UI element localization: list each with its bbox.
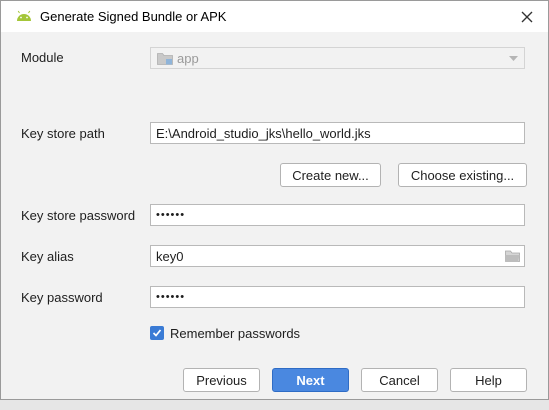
android-icon	[17, 10, 31, 21]
choose-existing-button[interactable]: Choose existing...	[398, 163, 527, 187]
module-select[interactable]: app	[150, 47, 525, 69]
close-button[interactable]	[512, 3, 542, 30]
keystore-path-field[interactable]: E:\Android_studio_jks\hello_world.jks	[150, 122, 525, 144]
remember-passwords-label: Remember passwords	[170, 326, 301, 341]
remember-passwords-checkbox[interactable]	[150, 326, 164, 340]
key-password-label: Key password	[21, 290, 103, 305]
create-new-label: Create new...	[292, 167, 369, 183]
background-window-edge	[0, 399, 549, 410]
key-password-field[interactable]: ••••••	[150, 286, 525, 308]
title-bar: Generate Signed Bundle or APK	[1, 1, 548, 32]
key-alias-value: key0	[156, 249, 184, 264]
help-button[interactable]: Help	[450, 368, 527, 392]
keystore-password-label: Key store password	[21, 208, 136, 223]
close-icon	[521, 11, 533, 22]
cancel-button[interactable]: Cancel	[361, 368, 438, 392]
window-title: Generate Signed Bundle or APK	[40, 9, 227, 24]
next-button[interactable]: Next	[272, 368, 349, 392]
create-new-button[interactable]: Create new...	[280, 163, 381, 187]
keystore-path-label: Key store path	[21, 126, 105, 141]
chevron-down-icon	[509, 56, 518, 61]
keystore-password-field[interactable]: ••••••	[150, 204, 525, 226]
module-folder-icon	[157, 53, 173, 65]
choose-existing-label: Choose existing...	[410, 167, 515, 183]
help-label: Help	[475, 372, 502, 388]
key-alias-field[interactable]: key0	[150, 245, 525, 267]
cancel-label: Cancel	[379, 372, 420, 388]
module-label: Module	[21, 50, 64, 65]
key-alias-label: Key alias	[21, 249, 74, 264]
next-label: Next	[296, 372, 325, 388]
signed-bundle-dialog: Generate Signed Bundle or APK Module app…	[0, 0, 549, 400]
previous-button[interactable]: Previous	[183, 368, 260, 392]
previous-label: Previous	[196, 372, 247, 388]
folder-browse-icon[interactable]	[505, 249, 520, 263]
checkmark-icon	[152, 329, 162, 337]
module-value: app	[177, 51, 199, 66]
